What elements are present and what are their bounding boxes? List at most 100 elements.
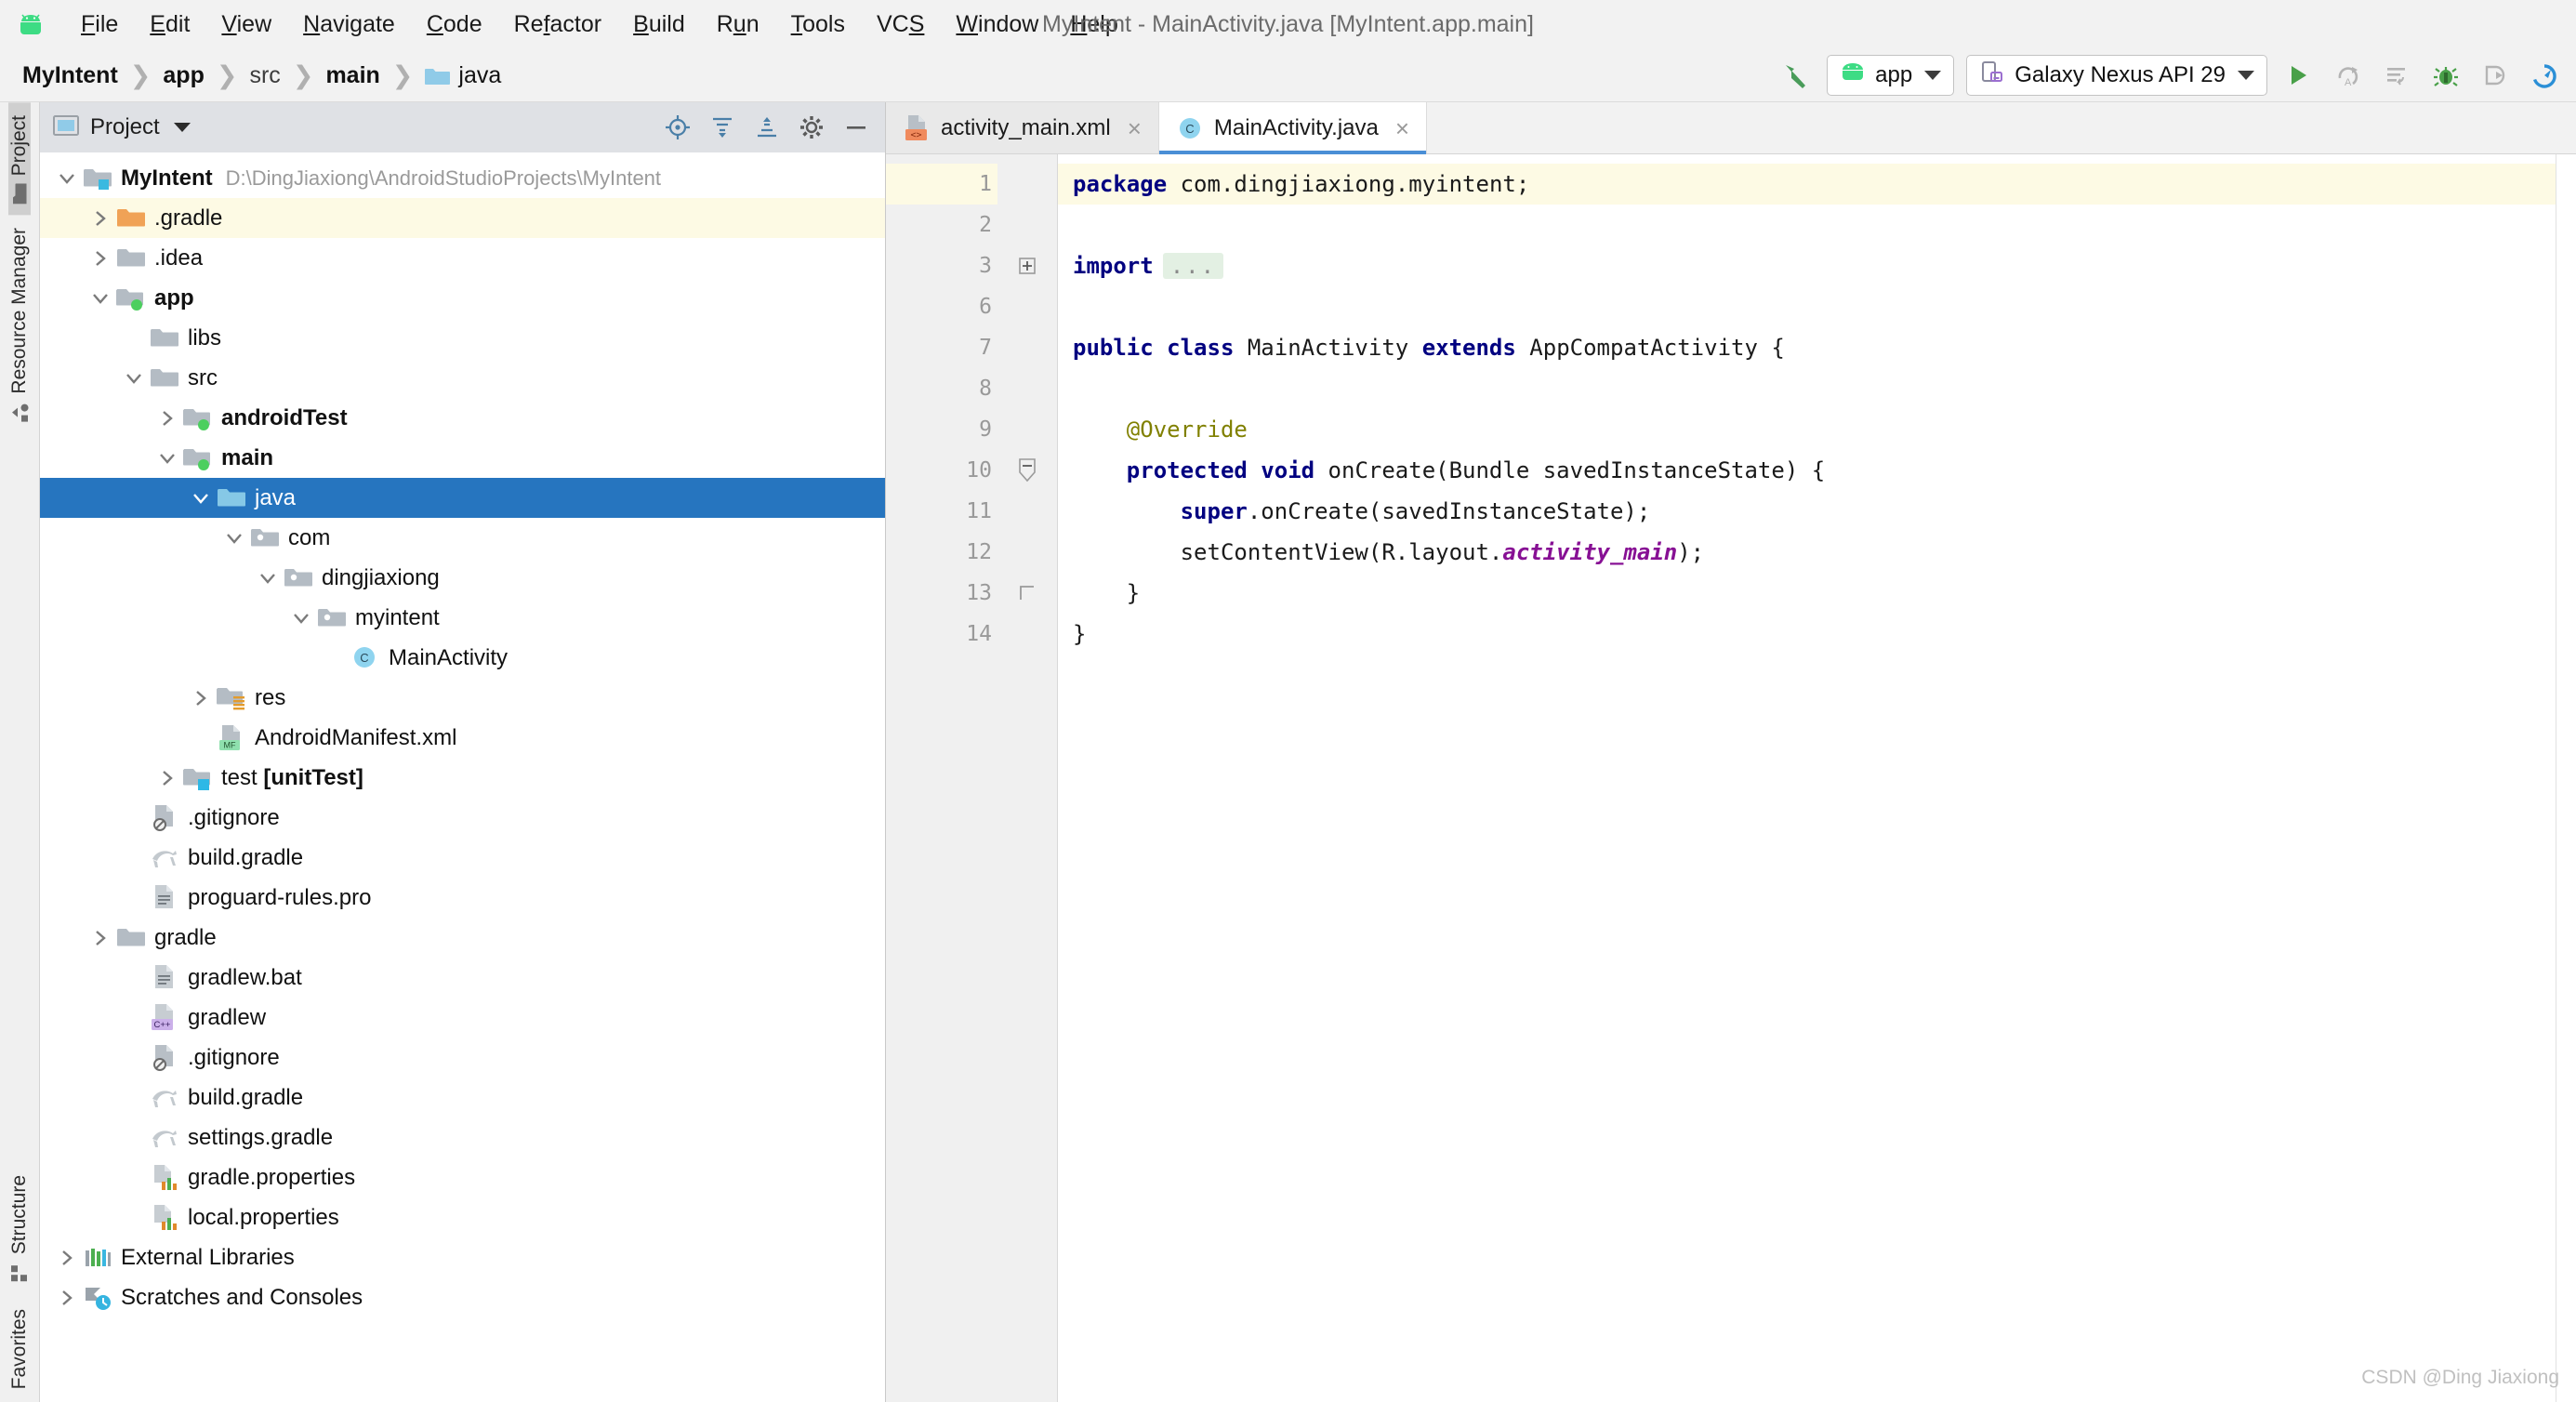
tree-row[interactable]: gradlew.bat: [40, 958, 885, 998]
code-line[interactable]: public class MainActivity extends AppCom…: [1058, 327, 2556, 368]
debug-button[interactable]: [2427, 57, 2464, 94]
project-tree[interactable]: MyIntent D:\DingJiaxiong\AndroidStudioPro…: [40, 152, 885, 1402]
tree-row[interactable]: libs: [40, 318, 885, 358]
close-icon[interactable]: ×: [1128, 116, 1142, 140]
chevron-right-icon[interactable]: [55, 1286, 79, 1310]
fold-marker-slot[interactable]: [997, 532, 1057, 573]
tree-row[interactable]: Scratches and Consoles: [40, 1277, 885, 1317]
chevron-down-icon[interactable]: [222, 526, 246, 550]
run-button[interactable]: [2279, 57, 2317, 94]
tree-row[interactable]: C MainActivity: [40, 638, 885, 678]
code-line[interactable]: @Override: [1058, 409, 2556, 450]
tree-row[interactable]: com: [40, 518, 885, 558]
minus-icon[interactable]: [840, 112, 872, 143]
chevron-right-icon[interactable]: [88, 206, 112, 231]
tree-row[interactable]: External Libraries: [40, 1237, 885, 1277]
tree-row[interactable]: build.gradle: [40, 1078, 885, 1118]
run-configuration-selector[interactable]: app: [1827, 55, 1955, 96]
attach-debugger-icon[interactable]: [2477, 57, 2514, 94]
chevron-right-icon[interactable]: [155, 406, 179, 430]
editor-marker-rail[interactable]: [2556, 154, 2576, 1402]
chevron-right-icon[interactable]: [189, 686, 213, 710]
menu-item-file[interactable]: File: [65, 7, 134, 42]
collapsed-import-placeholder[interactable]: ...: [1162, 253, 1224, 279]
menu-item-build[interactable]: Build: [617, 7, 701, 42]
editor-gutter[interactable]: 12367<>8910O11121314: [886, 154, 1027, 1402]
collapse-all-icon[interactable]: [751, 112, 783, 143]
fold-marker-slot[interactable]: [997, 164, 1057, 205]
gear-icon[interactable]: [796, 112, 827, 143]
tree-row[interactable]: androidTest: [40, 398, 885, 438]
editor-tab-bar[interactable]: <> activity_main.xml × C MainActivity.java ×: [886, 102, 2576, 154]
gutter-line-number[interactable]: 10O: [886, 450, 1027, 491]
fold-marker-slot[interactable]: [997, 573, 1057, 614]
editor-tab[interactable]: <> activity_main.xml ×: [886, 102, 1159, 153]
breadcrumb-item-project[interactable]: MyIntent: [17, 62, 124, 89]
tree-row[interactable]: test [unitTest]: [40, 758, 885, 798]
chevron-right-icon[interactable]: [55, 1246, 79, 1270]
code-line[interactable]: super .onCreate(savedInstanceState);: [1058, 491, 2556, 532]
apply-changes-restart-icon[interactable]: A: [2329, 57, 2366, 94]
fold-marker-slot[interactable]: [997, 409, 1057, 450]
tree-row[interactable]: main: [40, 438, 885, 478]
gutter-line-number[interactable]: 3: [886, 245, 997, 286]
tool-window-button-structure[interactable]: Structure: [8, 1162, 31, 1295]
fold-marker-slot[interactable]: [997, 205, 1057, 245]
tool-window-button-resource-manager[interactable]: Resource Manager: [8, 215, 31, 435]
gutter-line-number[interactable]: 6: [886, 286, 997, 327]
chevron-down-icon[interactable]: [189, 486, 213, 510]
code-line[interactable]: [1058, 205, 2556, 245]
target-crosshair-icon[interactable]: [662, 112, 694, 143]
tree-row[interactable]: app: [40, 278, 885, 318]
gutter-line-number[interactable]: 2: [886, 205, 997, 245]
code-folding-column[interactable]: [997, 154, 1058, 1402]
tree-row[interactable]: java: [40, 478, 885, 518]
breadcrumb-item-app[interactable]: app: [157, 62, 209, 89]
breadcrumb-item-java[interactable]: java: [419, 62, 507, 89]
gutter-line-number[interactable]: 12: [886, 532, 997, 573]
gutter-line-number[interactable]: 9: [886, 409, 997, 450]
menu-item-view[interactable]: View: [205, 7, 287, 42]
code-line[interactable]: [1058, 286, 2556, 327]
menu-item-run[interactable]: Run: [701, 7, 775, 42]
code-line[interactable]: setContentView(R.layout. activity_main);: [1058, 532, 2556, 573]
fold-marker-slot[interactable]: [997, 491, 1057, 532]
device-selector[interactable]: Galaxy Nexus API 29: [1966, 55, 2267, 96]
gutter-line-number[interactable]: 7<>: [886, 327, 1024, 368]
tree-row[interactable]: src: [40, 358, 885, 398]
menu-item-help[interactable]: Help: [1054, 7, 1133, 42]
fold-marker-slot[interactable]: [997, 614, 1057, 655]
code-line[interactable]: package com.dingjiaxiong.myintent;: [1058, 164, 2556, 205]
profiler-button[interactable]: [2526, 57, 2563, 94]
fold-marker-slot[interactable]: [997, 327, 1057, 368]
chevron-right-icon[interactable]: [88, 246, 112, 271]
chevron-right-icon[interactable]: [88, 926, 112, 950]
close-icon[interactable]: ×: [1395, 116, 1409, 140]
chevron-down-icon[interactable]: [122, 366, 146, 390]
gutter-line-number[interactable]: 11: [886, 491, 997, 532]
gutter-line-number[interactable]: 8: [886, 368, 997, 409]
menu-item-tools[interactable]: Tools: [775, 7, 861, 42]
code-line[interactable]: [1058, 368, 2556, 409]
tree-row[interactable]: proguard-rules.pro: [40, 878, 885, 918]
tree-row[interactable]: .idea: [40, 238, 885, 278]
menu-item-code[interactable]: Code: [411, 7, 498, 42]
editor-tab[interactable]: C MainActivity.java ×: [1158, 102, 1428, 154]
chevron-down-icon[interactable]: [55, 166, 79, 191]
code-line[interactable]: }: [1058, 573, 2556, 614]
fold-marker-slot[interactable]: [997, 368, 1057, 409]
tree-row[interactable]: local.properties: [40, 1197, 885, 1237]
code-line[interactable]: }: [1058, 614, 2556, 655]
fold-marker-slot[interactable]: [997, 286, 1057, 327]
expand-all-icon[interactable]: [707, 112, 738, 143]
tree-row[interactable]: gradle: [40, 918, 885, 958]
chevron-right-icon[interactable]: [155, 766, 179, 790]
breadcrumb-item-src[interactable]: src: [244, 62, 285, 89]
menu-item-edit[interactable]: Edit: [134, 7, 205, 42]
gutter-line-number[interactable]: 14: [886, 614, 997, 655]
gutter-line-number[interactable]: 13: [886, 573, 997, 614]
tree-row[interactable]: MyIntent D:\DingJiaxiong\AndroidStudioPro…: [40, 158, 885, 198]
tree-row[interactable]: res: [40, 678, 885, 718]
chevron-down-icon[interactable]: [256, 566, 280, 590]
fold-marker-slot[interactable]: [997, 450, 1057, 491]
